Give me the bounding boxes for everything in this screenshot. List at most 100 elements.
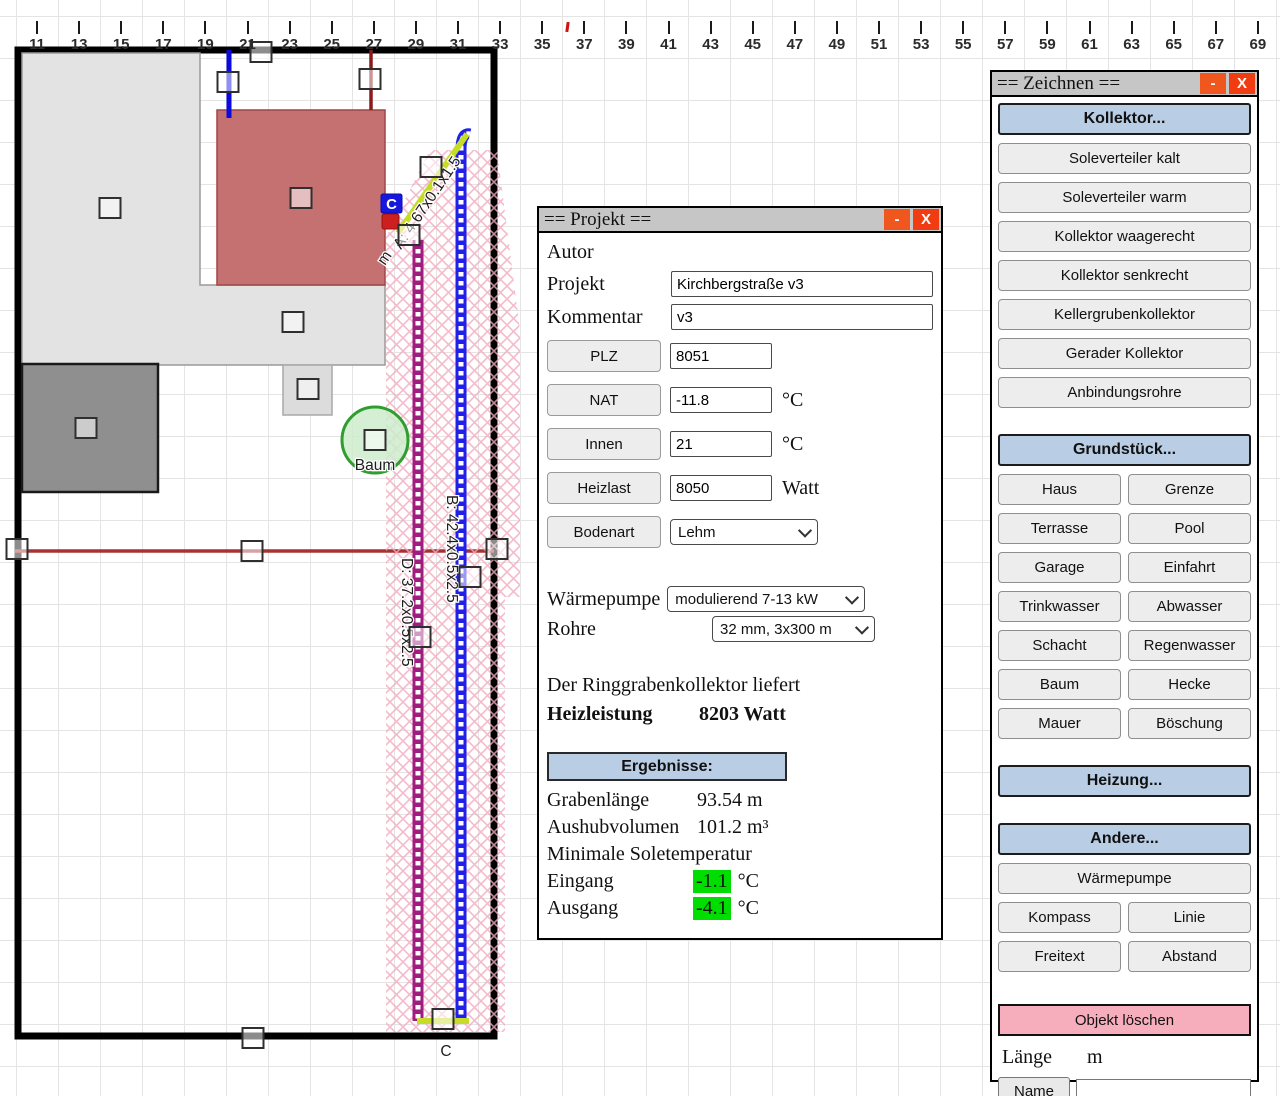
button-soleverteiler-kalt[interactable]: Soleverteiler kalt [998,143,1251,174]
trench-d-label: D: 37.2x0.5x2.5 [398,558,415,667]
button-b-schung[interactable]: Böschung [1128,708,1251,739]
selection-handle[interactable] [218,72,239,92]
selection-handle[interactable] [100,198,121,218]
heizleistung-value: 8203 Watt [699,703,786,726]
button-baum[interactable]: Baum [998,669,1121,700]
brine-distributor-warm[interactable] [382,214,399,229]
heizleistung-label: Heizleistung [547,703,699,726]
ruler-tick [457,21,459,34]
ruler-number: 19 [197,36,214,53]
aushub-label: Aushubvolumen [547,816,697,839]
button-hecke[interactable]: Hecke [1128,669,1251,700]
eingang-unit: °C [738,870,759,893]
ruler-tick [373,21,375,34]
point-c-label: C [440,1043,451,1060]
button-mauer[interactable]: Mauer [998,708,1121,739]
ruler-number: 23 [281,36,298,53]
minimize-button[interactable]: - [884,209,910,230]
selection-handle[interactable] [243,1028,264,1048]
waermepumpe-select[interactable]: modulierend 7-13 kW [667,586,865,612]
kommentar-input[interactable] [671,304,933,330]
button-freitext[interactable]: Freitext [998,941,1121,972]
button-schacht[interactable]: Schacht [998,630,1121,661]
button-regenwasser[interactable]: Regenwasser [1128,630,1251,661]
close-button[interactable]: X [1229,73,1255,94]
heizlast-button[interactable]: Heizlast [547,472,661,504]
button-kollektor-waagerecht[interactable]: Kollektor waagerecht [998,221,1251,252]
ruler-tick [247,21,249,34]
bodenart-select[interactable]: Lehm [670,519,818,545]
brine-distributor-cold[interactable]: C [381,194,402,213]
ruler-tick [710,21,712,34]
selection-handle[interactable] [76,418,97,438]
button-abwasser[interactable]: Abwasser [1128,591,1251,622]
name-input[interactable] [1076,1079,1251,1096]
selection-handle[interactable] [7,539,28,559]
ruler-tick [415,21,417,34]
ruler-number: 25 [323,36,340,53]
waermepumpe-value: modulierend 7-13 kW [675,591,818,608]
ruler-number: 57 [997,36,1014,53]
rohre-select[interactable]: 32 mm, 3x300 m [712,616,875,642]
selection-handle[interactable] [421,157,442,177]
andere-header-button[interactable]: Andere... [998,823,1251,855]
selection-handle[interactable] [399,225,420,245]
selection-handle[interactable] [487,539,508,559]
button-pool[interactable]: Pool [1128,513,1251,544]
button-soleverteiler-warm[interactable]: Soleverteiler warm [998,182,1251,213]
button-grenze[interactable]: Grenze [1128,474,1251,505]
button-linie[interactable]: Linie [1128,902,1251,933]
selection-handle[interactable] [298,379,319,399]
laenge-label: Länge [1002,1046,1052,1068]
selection-handle[interactable] [242,541,263,561]
button-terrasse[interactable]: Terrasse [998,513,1121,544]
app-canvas: Baum C A: 4.67x0.1x1.5 m B: 42.4x0.5x2.5… [0,0,1280,1096]
selection-handle[interactable] [410,627,431,647]
button-kellergrubenkollektor[interactable]: Kellergrubenkollektor [998,299,1251,330]
draw-title: == Zeichnen == [997,73,1120,95]
button-gerader-kollektor[interactable]: Gerader Kollektor [998,338,1251,369]
chevron-down-icon [845,591,859,605]
button-haus[interactable]: Haus [998,474,1121,505]
close-button[interactable]: X [913,209,939,230]
selection-handle[interactable] [360,69,381,89]
project-titlebar[interactable]: == Projekt == - X [539,208,941,233]
ausgang-value: -4.1 [693,897,731,920]
selection-handle[interactable] [433,1009,454,1029]
innen-button[interactable]: Innen [547,428,661,460]
button-anbindungsrohre[interactable]: Anbindungsrohre [998,377,1251,408]
nat-button[interactable]: NAT [547,384,661,416]
plz-button[interactable]: PLZ [547,340,661,372]
draw-titlebar[interactable]: == Zeichnen == - X [992,72,1257,97]
button-kompass[interactable]: Kompass [998,902,1121,933]
innen-input[interactable] [670,431,772,457]
ruler-number: 51 [871,36,888,53]
ausgang-label: Ausgang [547,897,693,920]
button-waermepumpe[interactable]: Wärmepumpe [998,863,1251,894]
selection-handle[interactable] [460,567,481,587]
button-einfahrt[interactable]: Einfahrt [1128,552,1251,583]
button-trinkwasser[interactable]: Trinkwasser [998,591,1121,622]
ruler-tick [1046,21,1048,34]
ruler-tick [752,21,754,34]
projekt-input[interactable] [671,271,933,297]
ruler-tick [1089,21,1091,34]
kollektor-header-button[interactable]: Kollektor... [998,103,1251,135]
button-kollektor-senkrecht[interactable]: Kollektor senkrecht [998,260,1251,291]
bodenart-button[interactable]: Bodenart [547,516,661,548]
selection-handle[interactable] [283,312,304,332]
plz-input[interactable] [670,343,772,369]
heizung-header-button[interactable]: Heizung... [998,765,1251,797]
button-abstand[interactable]: Abstand [1128,941,1251,972]
name-button[interactable]: Name [998,1077,1070,1096]
ruler-number: 29 [408,36,425,53]
minimize-button[interactable]: - [1200,73,1226,94]
bodenart-value: Lehm [678,524,716,541]
nat-input[interactable] [670,387,772,413]
heizlast-input[interactable] [670,475,772,501]
delete-object-button[interactable]: Objekt löschen [998,1004,1251,1036]
selection-handle[interactable] [291,188,312,208]
grundstueck-header-button[interactable]: Grundstück... [998,434,1251,466]
button-garage[interactable]: Garage [998,552,1121,583]
selection-handle[interactable] [365,430,386,450]
